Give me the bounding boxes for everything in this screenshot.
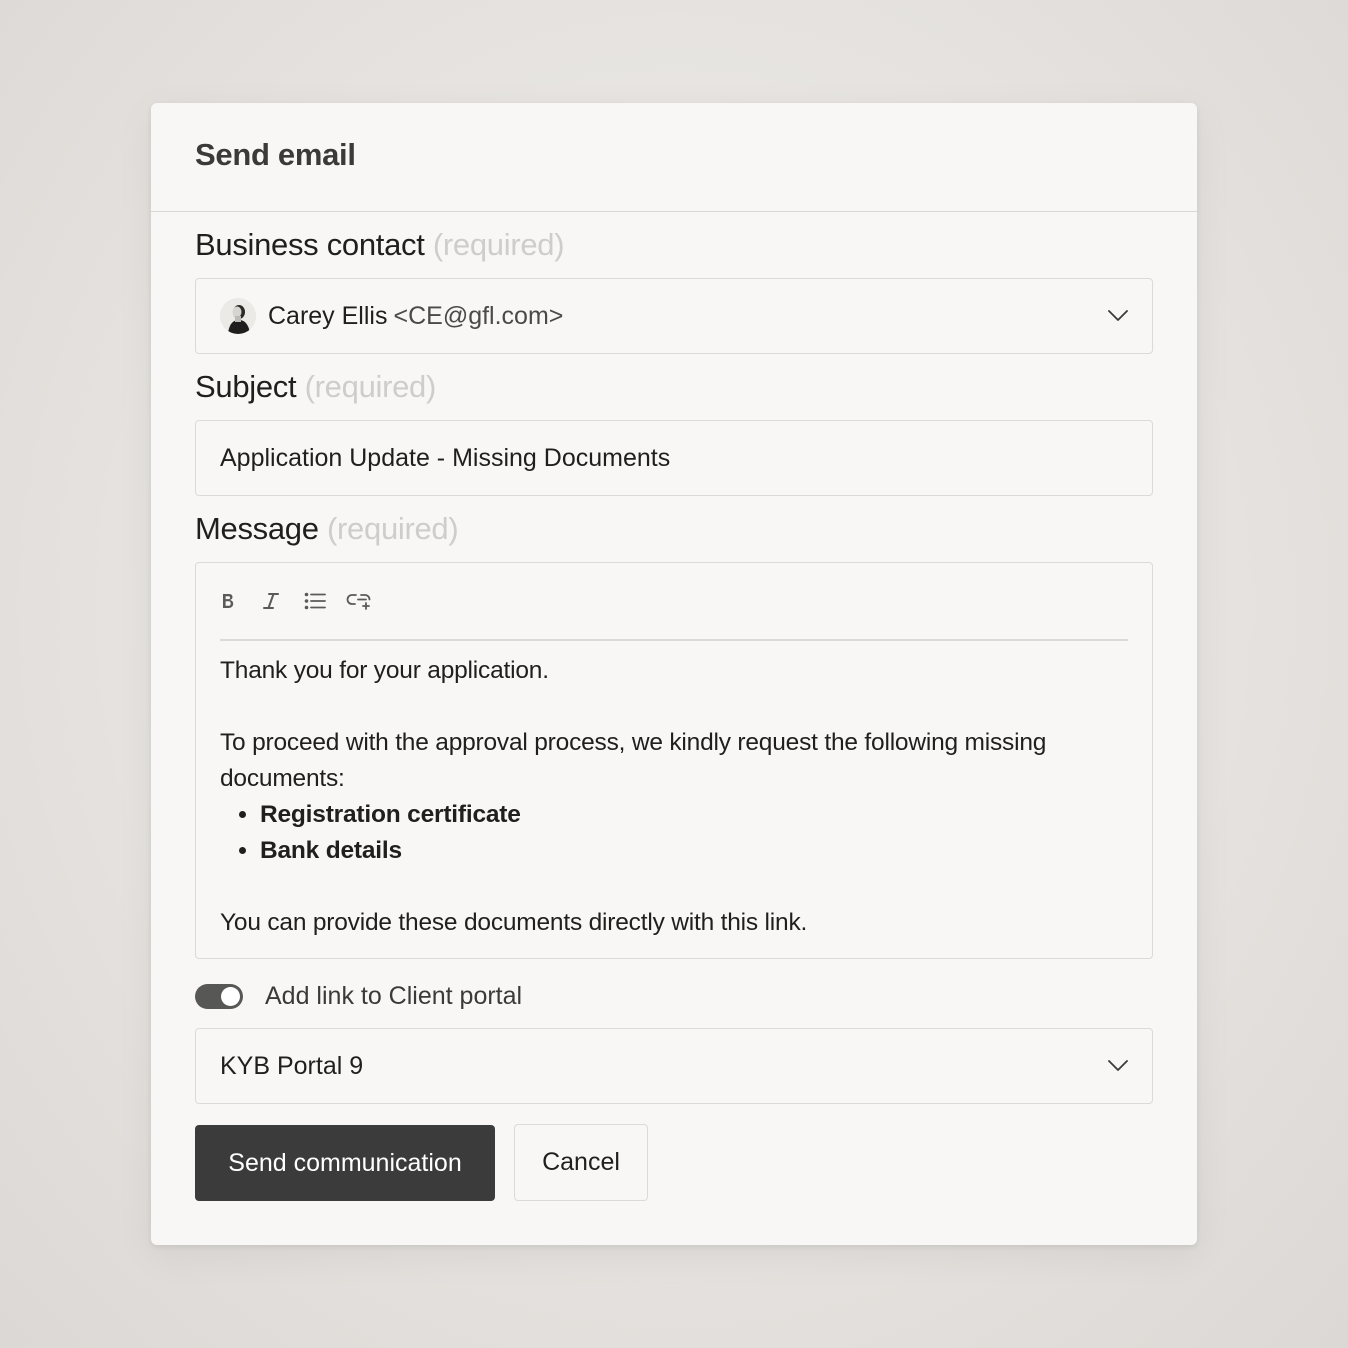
message-paragraph-3: You can provide these documents directly… [220,909,808,936]
portal-select[interactable]: KYB Portal 9 [195,1028,1153,1104]
bullet-list-icon [304,592,326,610]
toggle-knob [221,986,240,1006]
business-contact-label-text: Business contact [195,227,425,262]
business-contact-select[interactable]: Carey Ellis <CE@gfl.com> [195,278,1153,354]
message-editor[interactable]: Thank you for your application. To proce… [195,562,1153,959]
link-button[interactable] [346,587,388,615]
italic-button[interactable] [262,587,304,615]
subject-label-text: Subject [195,369,297,404]
send-communication-button[interactable]: Send communication [195,1125,495,1201]
message-body[interactable]: Thank you for your application. To proce… [220,653,1132,941]
contact-email: <CE@gfl.com> [393,301,564,330]
list-item: Bank details [260,833,1132,869]
list-item: Registration certificate [260,797,1132,833]
client-portal-toggle-label: Add link to Client portal [265,981,523,1010]
message-paragraph-1: Thank you for your application. [220,657,549,684]
contact-name: Carey Ellis [268,301,388,330]
missing-documents-list: Registration certificate Bank details [220,797,1132,869]
bullet-list-button[interactable] [304,587,346,615]
subject-required-hint: (required) [304,369,437,404]
business-contact-required-hint: (required) [432,227,565,262]
message-label: Message (required) [195,511,459,547]
cancel-button[interactable]: Cancel [514,1124,648,1201]
person-avatar [220,298,256,334]
chevron-down-icon [1108,1060,1128,1071]
dialog-header: Send email [151,103,1197,212]
subject-input[interactable]: Application Update - Missing Documents [195,420,1153,496]
portal-select-value: KYB Portal 9 [220,1051,364,1080]
toolbar-divider [220,639,1128,641]
message-required-hint: (required) [327,511,459,546]
chevron-down-icon [1108,310,1128,321]
client-portal-toggle[interactable] [195,983,243,1009]
link-icon [346,594,371,610]
editor-toolbar [220,587,388,615]
send-email-dialog: Send email Business contact (required) C… [151,103,1197,1245]
bold-button[interactable] [220,587,262,615]
client-portal-toggle-row: Add link to Client portal [195,979,522,1013]
business-contact-label: Business contact (required) [195,227,565,263]
subject-label: Subject (required) [195,369,436,405]
italic-icon [263,593,279,609]
message-label-text: Message [195,511,319,546]
bold-icon [223,594,234,608]
subject-value: Application Update - Missing Documents [220,443,671,472]
dialog-title: Send email [195,137,356,172]
message-paragraph-2: To proceed with the approval process, we… [220,729,1047,792]
